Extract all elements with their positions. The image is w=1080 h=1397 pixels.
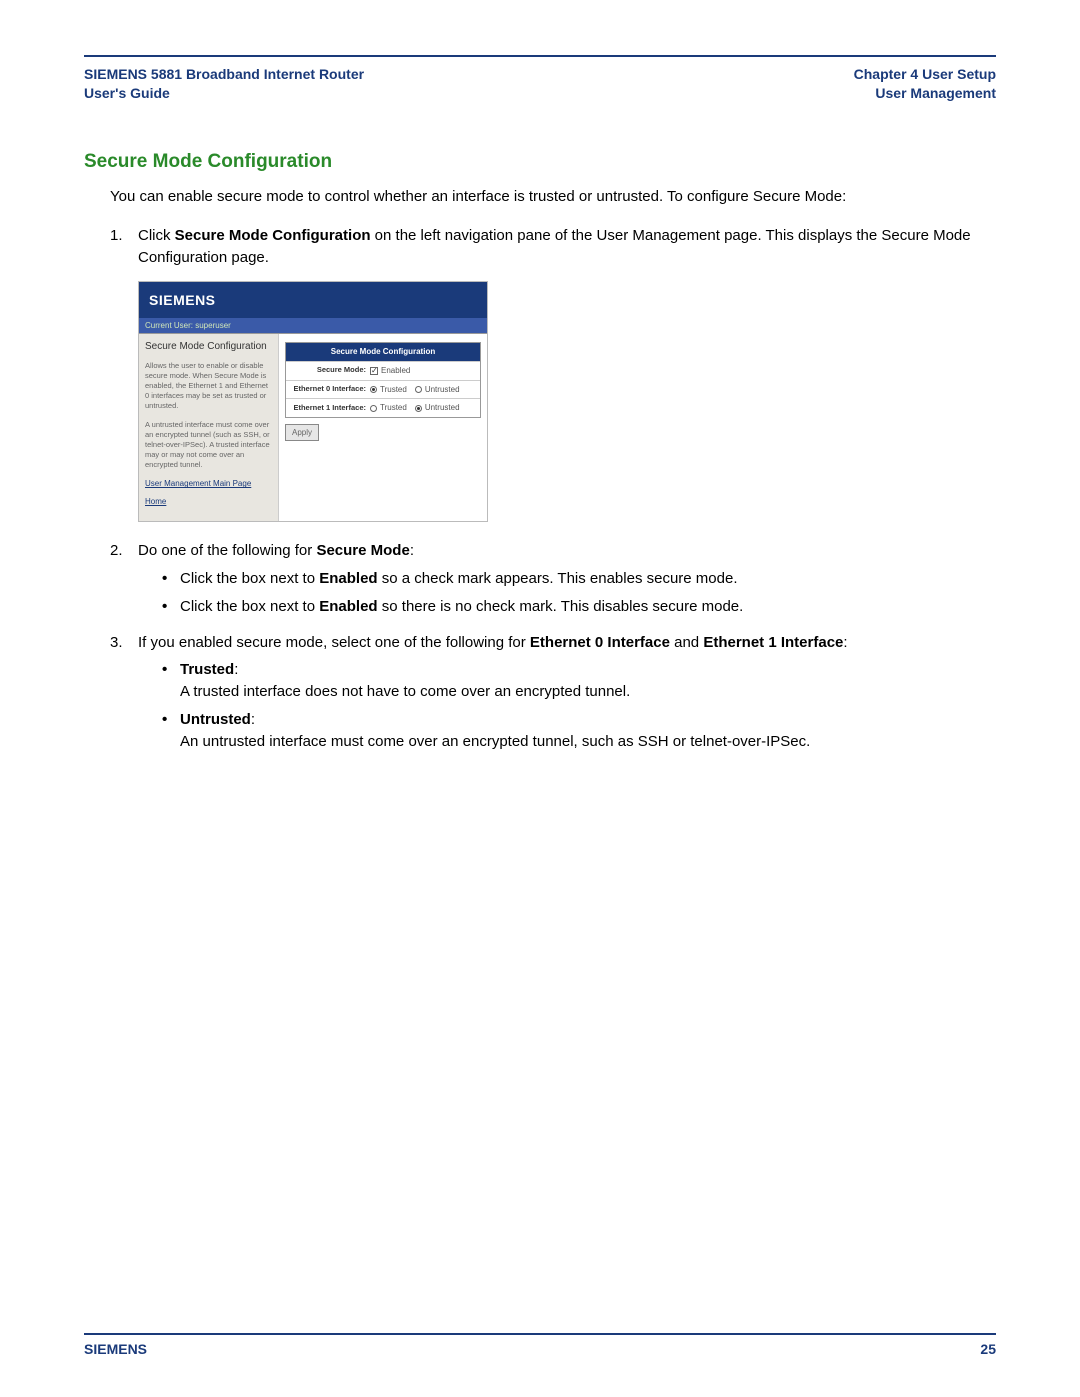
eth1-label: Ethernet 1 Interface:: [290, 403, 370, 414]
step-number: 2.: [110, 540, 123, 562]
enabled-checkbox[interactable]: [370, 367, 378, 375]
eth0-trusted-radio[interactable]: [370, 386, 377, 393]
intro-paragraph: You can enable secure mode to control wh…: [110, 187, 996, 207]
embed-side-p1: Allows the user to enable or disable sec…: [145, 361, 272, 412]
step-number: 1.: [110, 225, 123, 247]
embed-userbar: Current User: superuser: [139, 318, 487, 335]
step3-pre: If you enabled secure mode, select one o…: [138, 634, 530, 651]
embed-link-home[interactable]: Home: [145, 496, 272, 508]
footer-brand: SIEMENS: [84, 1341, 147, 1357]
header-top-rule: [84, 55, 996, 57]
step3-bold2: Ethernet 1 Interface: [703, 634, 843, 651]
step3-trusted: Trusted: A trusted interface does not ha…: [162, 659, 996, 703]
header-right-2: User Management: [854, 84, 996, 103]
enabled-text: Enabled: [381, 365, 410, 377]
apply-button[interactable]: Apply: [285, 424, 319, 442]
page-header: SIEMENS 5881 Broadband Internet Router U…: [84, 65, 996, 103]
step2-pre: Do one of the following for: [138, 542, 316, 559]
step-number: 3.: [110, 632, 123, 654]
step1-bold: Secure Mode Configuration: [175, 227, 371, 244]
cfg-title: Secure Mode Configuration: [286, 343, 480, 361]
step2-bullet-1: Click the box next to Enabled so a check…: [162, 568, 996, 590]
step-2: 2. Do one of the following for Secure Mo…: [110, 540, 996, 617]
embed-side-title: Secure Mode Configuration: [145, 340, 272, 355]
eth1-trusted-radio[interactable]: [370, 405, 377, 412]
step-3: 3. If you enabled secure mode, select on…: [110, 632, 996, 753]
embed-sidebar: Secure Mode Configuration Allows the use…: [139, 334, 279, 521]
eth0-untrusted-text: Untrusted: [425, 384, 460, 396]
eth0-label: Ethernet 0 Interface:: [290, 384, 370, 395]
step3-mid: and: [670, 634, 703, 651]
step3-untrusted: Untrusted: An untrusted interface must c…: [162, 709, 996, 753]
eth1-trusted-text: Trusted: [380, 402, 407, 414]
header-left-1: SIEMENS 5881 Broadband Internet Router: [84, 65, 364, 84]
embedded-screenshot: SIEMENS Current User: superuser Secure M…: [138, 281, 488, 523]
step2-bold: Secure Mode: [316, 542, 409, 559]
step2-bullet-2: Click the box next to Enabled so there i…: [162, 596, 996, 618]
embed-main: Secure Mode Configuration Secure Mode: E…: [279, 334, 487, 521]
step1-pre: Click: [138, 227, 175, 244]
header-right-1: Chapter 4 User Setup: [854, 65, 996, 84]
eth0-trusted-text: Trusted: [380, 384, 407, 396]
page-footer: SIEMENS 25: [84, 1333, 996, 1357]
step3-post: :: [843, 634, 847, 651]
eth0-untrusted-radio[interactable]: [415, 386, 422, 393]
secure-mode-label: Secure Mode:: [290, 365, 370, 376]
step3-bold1: Ethernet 0 Interface: [530, 634, 670, 651]
header-left-2: User's Guide: [84, 84, 364, 103]
eth1-untrusted-text: Untrusted: [425, 402, 460, 414]
section-title: Secure Mode Configuration: [84, 151, 996, 173]
embed-link-usermgmt[interactable]: User Management Main Page: [145, 478, 272, 490]
step-1: 1. Click Secure Mode Configuration on th…: [110, 225, 996, 522]
embed-brand: SIEMENS: [139, 282, 487, 318]
footer-page: 25: [980, 1341, 996, 1357]
eth1-untrusted-radio[interactable]: [415, 405, 422, 412]
step2-post: :: [410, 542, 414, 559]
embed-side-p2: A untrusted interface must come over an …: [145, 420, 272, 471]
